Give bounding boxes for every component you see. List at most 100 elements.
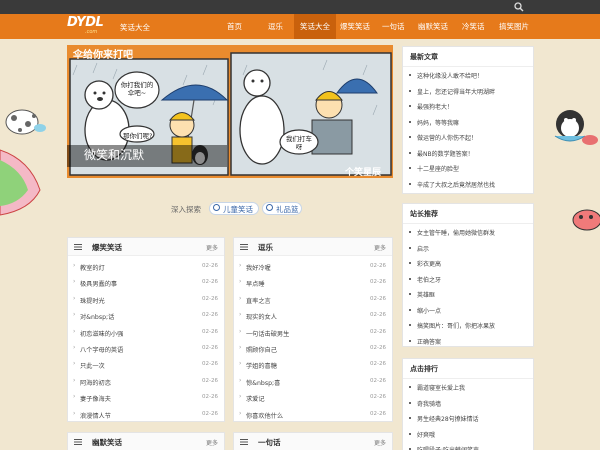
list-item[interactable]: › 照顾你自己 02-26 [234,342,392,357]
list-item[interactable]: › 初恋滋味的小强 02-26 [68,326,224,341]
list-item[interactable]: › 只此一次 02-26 [68,358,224,373]
sidebar-item-title[interactable]: 缩小一点 [417,306,441,315]
list-item-title[interactable]: 极具男蠢的事 [80,279,117,288]
sidebar-item[interactable]: 吃喝段子:吃出韩阔笑声 [403,443,533,450]
sidebar-item[interactable]: 正确答案 [403,335,533,348]
list-item[interactable]: › 珠提时光 02-26 [68,293,224,308]
list-item[interactable]: › 惊&nbsp;喜 02-26 [234,375,392,390]
list-item[interactable]: › 我好冷喔 02-26 [234,260,392,275]
sidebar-item-title[interactable]: 吃喝段子:吃出韩阔笑声 [417,445,479,450]
list-item-title[interactable]: 对&nbsp;话 [80,312,114,321]
sidebar-item-title[interactable]: 这种化缘没人敢不给吧！ [417,71,483,80]
list-item-title[interactable]: 只此一次 [80,361,105,370]
list-item-title[interactable]: 照顾你自己 [246,345,277,354]
list-item-title[interactable]: 学姐的喜糖 [246,361,277,370]
sidebar-item-title[interactable]: 最强狗老大！ [417,102,453,111]
list-item[interactable]: › 极具男蠢的事 02-26 [68,276,224,291]
sidebar-item[interactable]: 彩衣更高 [403,257,533,270]
sidebar-item-title[interactable]: 最NB的数学题答案！ [417,149,474,158]
list-item-title[interactable]: 教室的灯 [80,263,105,272]
sidebar-item-title[interactable]: 启示 [417,244,429,253]
sidebar-item[interactable]: 老伯之牙 [403,273,533,286]
sidebar-item-title[interactable]: 奇我骑墙 [417,399,441,408]
sidebar-item-title[interactable]: 英雄眶 [417,290,435,299]
list-item[interactable]: › 现实的女人 02-26 [234,309,392,324]
list-item[interactable]: › 学姐的喜糖 02-26 [234,358,392,373]
list-item-title[interactable]: 一句话击破男生 [246,329,289,338]
sidebar-item-title[interactable]: 霸道寝室长爱上我 [417,383,465,392]
sidebar-item[interactable]: 好爽哦 [403,428,533,441]
list-item-title[interactable]: 阿海的初恋 [80,378,111,387]
search-icon[interactable] [514,2,524,12]
sidebar-item-title[interactable]: 女主管午睡，偷用她微信群发 [417,228,495,237]
sidebar-item[interactable]: 皇上，您还记得当年大明湖畔 [403,85,533,98]
list-item-title[interactable]: 珠提时光 [80,296,105,305]
sidebar-item[interactable]: 霸道寝室长爱上我 [403,381,533,394]
sidebar-item[interactable]: 启示 [403,242,533,255]
tag-gift-basket[interactable]: 礼品篮 [276,204,299,215]
sidebar-item-title[interactable]: 老伯之牙 [417,275,441,284]
sidebar-item[interactable]: 十二星座的脸型 [403,162,533,175]
nav-item-funny[interactable]: 爆笑笑话 [340,21,370,32]
list-item-title[interactable]: 妻子像海夫 [80,394,111,403]
sidebar-item[interactable]: 辛成了大叔之后竟然居然也找 [403,178,533,191]
sidebar-item[interactable]: 女主管午睡，偷用她微信群发 [403,226,533,239]
sidebar-item-title[interactable]: 皇上，您还记得当年大明湖畔 [417,87,495,96]
more-link[interactable]: 更多 [206,438,218,447]
list-item-title[interactable]: 惊&nbsp;喜 [246,378,280,387]
nav-item-images[interactable]: 搞笑图片 [499,21,529,32]
nav-item-douyue[interactable]: 逗乐 [268,21,283,32]
sidebar-item-title[interactable]: 十二星座的脸型 [417,164,459,173]
list-item[interactable]: › 阿海的初恋 02-26 [68,375,224,390]
list-item[interactable]: › 八个字母的英语 02-26 [68,342,224,357]
list-item[interactable]: › 早点睡 02-26 [234,276,392,291]
sidebar-item[interactable]: 做运营的人你伤不起！ [403,131,533,144]
more-link[interactable]: 更多 [374,438,386,447]
list-item-title[interactable]: 求爱记 [246,394,265,403]
sidebar-item-title[interactable]: 彩衣更高 [417,259,441,268]
sidebar-item[interactable]: 英雄眶 [403,288,533,301]
list-item[interactable]: › 妻子像海夫 02-26 [68,391,224,406]
sidebar-item-title[interactable]: 好爽哦 [417,430,435,439]
nav-item-cold[interactable]: 冷笑话 [462,21,485,32]
more-link[interactable]: 更多 [206,243,218,252]
list-item[interactable]: › 直率之言 02-26 [234,293,392,308]
list-item-title[interactable]: 八个字母的英语 [80,345,123,354]
list-item[interactable]: › 求爱记 02-26 [234,391,392,406]
nav-item-oneliner[interactable]: 一句话 [382,21,405,32]
nav-item-jokes[interactable]: 笑话大全 [294,14,336,39]
tag-explore[interactable]: 深入探索 [171,204,201,215]
sidebar-item-title[interactable]: 做运营的人你伤不起！ [417,133,477,142]
list-item[interactable]: › 浪漫情人节 02-26 [68,408,224,423]
nav-item-humor[interactable]: 幽默笑话 [418,21,448,32]
sidebar-item-title[interactable]: 妈妈，等等我嘛 [417,118,459,127]
sidebar-item[interactable]: 妈妈，等等我嘛 [403,116,533,129]
site-name[interactable]: 笑话大全 [120,22,150,33]
sidebar-item-title[interactable]: 搞笑图片：哥们，你把冰果放 [417,321,495,330]
sidebar-item-title[interactable]: 男生经典28句撩妹情话 [417,414,479,423]
nav-item-home[interactable]: 首页 [227,21,242,32]
sidebar-item[interactable]: 缩小一点 [403,304,533,317]
list-item[interactable]: › 教室的灯 02-26 [68,260,224,275]
sidebar-item[interactable]: 奇我骑墙 [403,397,533,410]
list-item-title[interactable]: 初恋滋味的小强 [80,329,123,338]
more-link[interactable]: 更多 [374,243,386,252]
sidebar-item[interactable]: 这种化缘没人敢不给吧！ [403,69,533,82]
sidebar-item[interactable]: 搞笑图片：哥们，你把冰果放 [403,319,533,332]
list-item-title[interactable]: 浪漫情人节 [80,411,111,420]
site-logo[interactable]: DYDL .com [67,16,113,37]
sidebar-item-title[interactable]: 正确答案 [417,337,441,346]
sidebar-item[interactable]: 男生经典28句撩妹情话 [403,412,533,425]
list-item-title[interactable]: 我好冷喔 [246,263,271,272]
list-item-title[interactable]: 早点睡 [246,279,265,288]
list-item-title[interactable]: 现实的女人 [246,312,277,321]
list-item[interactable]: › 对&nbsp;话 02-26 [68,309,224,324]
list-item-title[interactable]: 你喜欢他什么 [246,411,283,420]
sidebar-item[interactable]: 最NB的数学题答案！ [403,147,533,160]
list-item-title[interactable]: 直率之言 [246,296,271,305]
sidebar-item-title[interactable]: 辛成了大叔之后竟然居然也找 [417,180,495,189]
list-item[interactable]: › 你喜欢他什么 02-26 [234,408,392,423]
tag-kids-jokes[interactable]: 儿童笑话 [223,204,253,215]
sidebar-item[interactable]: 最强狗老大！ [403,100,533,113]
list-item[interactable]: › 一句话击破男生 02-26 [234,326,392,341]
